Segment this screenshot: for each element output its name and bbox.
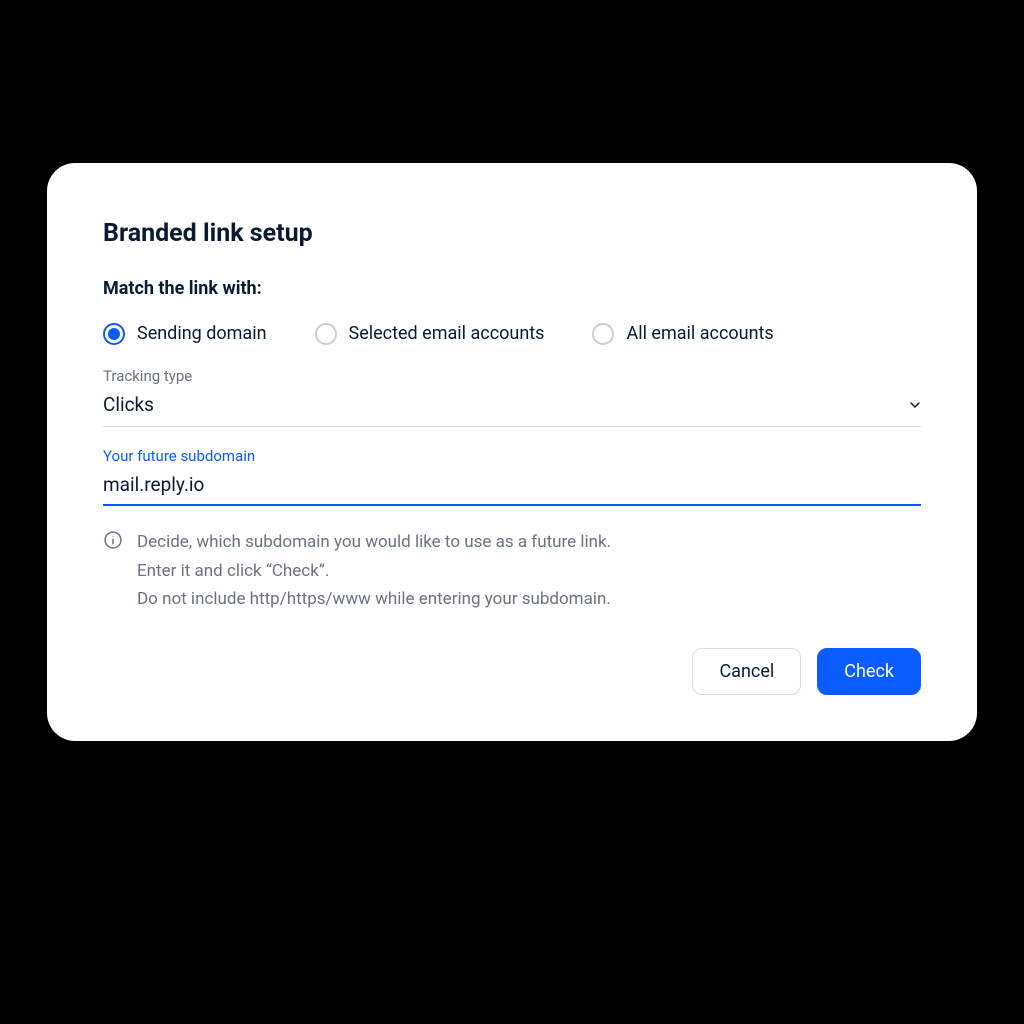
info-line-2: Enter it and click “Check”. [137,557,611,586]
chevron-down-icon [907,397,921,411]
subdomain-field: Your future subdomain [103,447,921,506]
tracking-type-value: Clicks [103,393,154,416]
button-row: Cancel Check [103,648,921,695]
info-row: Decide, which subdomain you would like t… [103,528,921,615]
radio-icon [103,323,125,345]
info-line-3: Do not include http/https/www while ente… [137,585,611,614]
info-line-1: Decide, which subdomain you would like t… [137,528,611,557]
subdomain-input-wrap [103,473,921,506]
match-link-radio-group: Sending domain Selected email accounts A… [103,323,921,345]
subdomain-input[interactable] [103,473,921,496]
card-title: Branded link setup [103,219,921,248]
branded-link-setup-card: Branded link setup Match the link with: … [47,163,977,742]
subdomain-label: Your future subdomain [103,447,921,465]
check-button[interactable]: Check [817,648,921,695]
tracking-type-label: Tracking type [103,367,921,385]
tracking-type-field: Tracking type Clicks [103,367,921,427]
tracking-type-select[interactable]: Clicks [103,393,921,427]
info-text: Decide, which subdomain you would like t… [137,528,611,615]
radio-label: Selected email accounts [349,323,545,344]
radio-label: All email accounts [626,323,773,344]
radio-label: Sending domain [137,323,267,344]
match-link-subtitle: Match the link with: [103,278,921,299]
radio-icon [592,323,614,345]
radio-selected-email-accounts[interactable]: Selected email accounts [315,323,545,345]
radio-icon [315,323,337,345]
info-icon [103,530,123,550]
radio-sending-domain[interactable]: Sending domain [103,323,267,345]
radio-all-email-accounts[interactable]: All email accounts [592,323,773,345]
cancel-button[interactable]: Cancel [692,648,801,695]
